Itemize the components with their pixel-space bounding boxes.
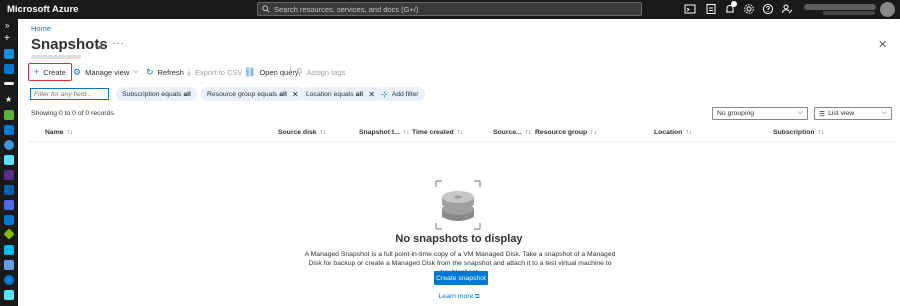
storage-accounts-icon[interactable] [3,228,15,240]
grouping-value: No grouping [717,110,755,117]
filter-pill-label: Resource group equals [207,90,278,98]
assign-tags-label: Assign tags [306,67,346,77]
column-header-source-disk[interactable]: Source disk ↑↓ [278,129,326,136]
remove-filter-icon[interactable]: ✕ [368,90,375,99]
feedback-icon[interactable] [781,3,793,15]
export-csv-button[interactable]: ⤓ Export to CSV [187,63,243,81]
add-filter-icon: ⊹ [381,89,388,99]
open-query-label: Open query [259,67,299,77]
cloud-shell-icon[interactable] [684,3,696,15]
refresh-label: Refresh [157,67,184,77]
refresh-button[interactable]: ↻ Refresh [146,63,184,81]
resource-group-filter-pill[interactable]: Resource group equals all ✕ [201,87,305,101]
filter-pill-value: all [183,90,191,98]
global-search[interactable]: Search resources, services, and docs (G+… [257,2,642,16]
add-filter-label: Add filter [391,90,419,98]
column-header-name[interactable]: Name ↑↓ [45,129,73,136]
create-label: Create [43,67,66,77]
add-filter-button[interactable]: ⊹ Add filter [375,87,425,101]
remove-filter-icon[interactable]: ✕ [292,90,299,99]
more-options-icon[interactable]: ··· [112,38,125,49]
grouping-dropdown[interactable]: No grouping ⌵ [712,107,808,120]
active-directory-icon[interactable] [4,260,14,270]
dashboard-icon[interactable] [4,64,14,74]
top-bar: Microsoft Azure Search resources, servic… [0,0,900,19]
location-filter-pill[interactable]: Location equals all ✕ [300,87,381,101]
filter-pill-label: Subscription equals [122,90,182,98]
snapshot-disk-icon [435,180,481,230]
filter-pill-value: all [279,90,287,98]
sql-database-icon[interactable] [4,170,14,180]
empty-state-title: No snapshots to display [395,233,523,245]
avatar[interactable] [880,2,895,17]
filter-input[interactable] [30,88,109,100]
toolbar-divider [290,67,291,77]
main-content: Home Snapshots 🖈 ··· ✕ + Create ⚙ Manage… [18,19,900,306]
favorites-icon: ★ [5,95,13,104]
column-header-resource-group[interactable]: Resource group ↑↓ [535,129,597,136]
learn-more-label: Learn more [438,293,474,300]
create-snapshot-button[interactable]: Create snapshot [434,271,488,285]
list-view-icon: ☰ [819,110,826,118]
pin-icon[interactable]: 🖈 [97,41,104,55]
cosmos-db-icon[interactable] [4,185,14,195]
portal-sidebar: » + ★ [0,19,18,306]
column-header-time-created[interactable]: Time created ↑↓ [412,129,464,136]
app-services-icon[interactable] [4,140,14,150]
column-header-subscription[interactable]: Subscription ↑↓ [773,129,824,136]
export-csv-label: Export to CSV [194,67,243,77]
tag-icon: ⚲ [296,66,303,77]
filter-pill-value: all [355,90,364,98]
advisor-icon[interactable] [4,290,14,300]
subscription-filter-pill[interactable]: Subscription equals all [116,87,197,101]
notification-badge [731,1,737,7]
view-value: List view [828,110,855,117]
account-name[interactable] [804,4,876,10]
filter-pill-label: Location equals [306,90,354,98]
chevron-down-icon: ⌵ [133,68,139,75]
directory-filter-icon[interactable] [705,3,717,15]
function-app-icon[interactable] [4,155,14,165]
all-services-icon[interactable] [4,82,14,85]
all-resources-icon[interactable] [4,110,14,120]
column-header-source[interactable]: Source... ↑↓ [493,129,532,136]
brand-title[interactable]: Microsoft Azure [7,4,78,15]
page-subtitle [31,55,81,59]
close-icon[interactable]: ✕ [878,38,887,51]
home-icon[interactable] [4,49,14,59]
gear-icon: ⚙ [73,66,82,77]
column-header-location[interactable]: Location ↑↓ [654,129,692,136]
resource-groups-icon[interactable] [4,125,14,135]
create-button[interactable]: + Create [28,63,72,81]
monitor-icon[interactable] [4,275,14,285]
view-dropdown[interactable]: ☰ List view ⌵ [814,107,892,120]
plus-icon: + [34,67,40,77]
create-resource-icon[interactable]: + [4,33,10,44]
record-count: Showing 0 to 0 of 0 records. [31,110,116,117]
manage-view-button[interactable]: ⚙ Manage view ⌵ [73,63,139,81]
learn-more-link[interactable]: Learn more ⧉ [18,293,900,301]
search-icon [262,5,270,13]
column-header-snapshot-type[interactable]: Snapshot t... ↑↓ [359,129,410,136]
chevron-down-icon: ⌵ [881,109,887,116]
virtual-machines-icon[interactable] [4,200,14,210]
assign-tags-button[interactable]: ⚲ Assign tags [296,63,345,81]
chevron-down-icon: ⌵ [797,109,803,116]
breadcrumb[interactable]: Home [31,24,51,33]
virtual-networks-icon[interactable] [4,245,14,255]
expand-menu-icon[interactable]: » [5,21,9,30]
search-placeholder: Search resources, services, and docs (G+… [274,5,419,14]
help-icon[interactable] [762,3,774,15]
table-header: Name ↑↓ Source disk ↑↓ Snapshot t... ↑↓ Tim… [28,126,894,142]
account-directory [823,11,875,15]
settings-icon[interactable] [743,3,755,15]
external-link-icon: ⧉ [475,294,480,300]
query-icon: ⛓ [244,66,256,77]
refresh-icon: ↻ [146,66,154,77]
manage-view-label: Manage view [85,67,130,77]
load-balancers-icon[interactable] [4,215,14,225]
download-icon: ⤓ [187,66,191,77]
